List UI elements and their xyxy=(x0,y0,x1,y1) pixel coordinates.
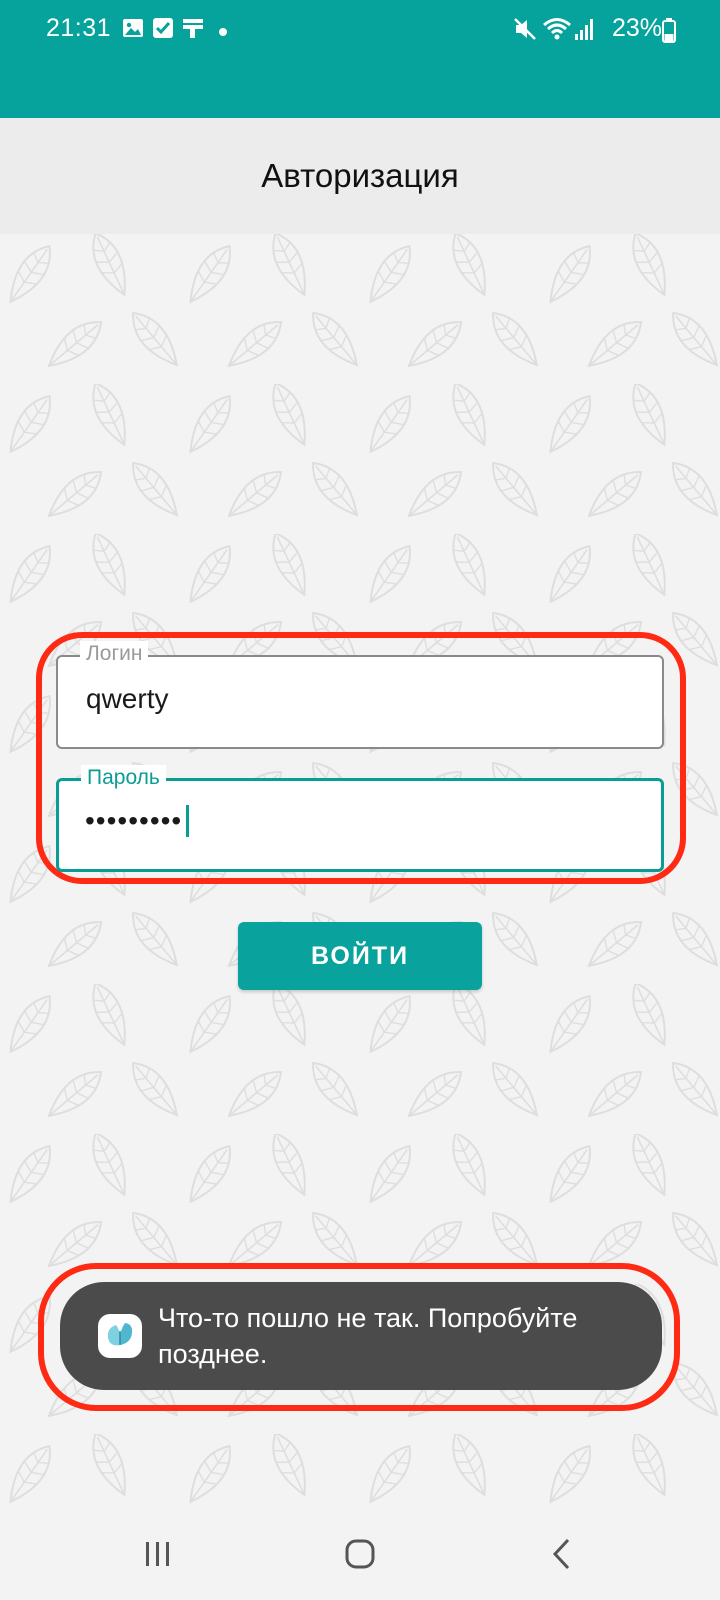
signal-icon xyxy=(574,16,594,47)
battery-percent: 23% xyxy=(611,14,662,42)
login-button[interactable]: ВОЙТИ xyxy=(238,922,482,990)
password-mask: ••••••••• xyxy=(85,805,183,836)
app-butterfly-icon xyxy=(98,1314,142,1358)
battery-icon xyxy=(662,17,676,48)
login-label: Логин xyxy=(80,641,149,667)
password-value: ••••••••• xyxy=(85,805,190,837)
password-label: Пароль xyxy=(81,765,166,791)
page-title: Авторизация xyxy=(261,157,459,194)
text-caret xyxy=(186,805,190,837)
password-field[interactable]: Пароль ••••••••• xyxy=(56,765,664,872)
status-time: 21:31 xyxy=(46,14,112,42)
error-toast: Что-то пошло не так. Попробуйте позднее. xyxy=(60,1282,662,1390)
home-icon[interactable] xyxy=(330,1528,390,1580)
status-bar: 21:31 23% xyxy=(0,0,720,118)
checkbox-icon xyxy=(151,16,175,45)
gallery-icon xyxy=(121,16,145,45)
mute-icon xyxy=(512,16,538,47)
recent-apps-icon[interactable] xyxy=(128,1528,188,1580)
navigation-bar xyxy=(0,1508,720,1600)
notification-dot-icon xyxy=(218,24,228,42)
toast-message: Что-то пошло не так. Попробуйте позднее. xyxy=(158,1303,578,1369)
login-value: qwerty xyxy=(86,683,169,714)
login-field[interactable]: Логин qwerty xyxy=(56,641,664,749)
message-icon xyxy=(181,16,205,45)
wifi-icon xyxy=(542,16,572,47)
app-bar: Авторизация xyxy=(0,118,720,234)
back-icon[interactable] xyxy=(532,1528,592,1580)
